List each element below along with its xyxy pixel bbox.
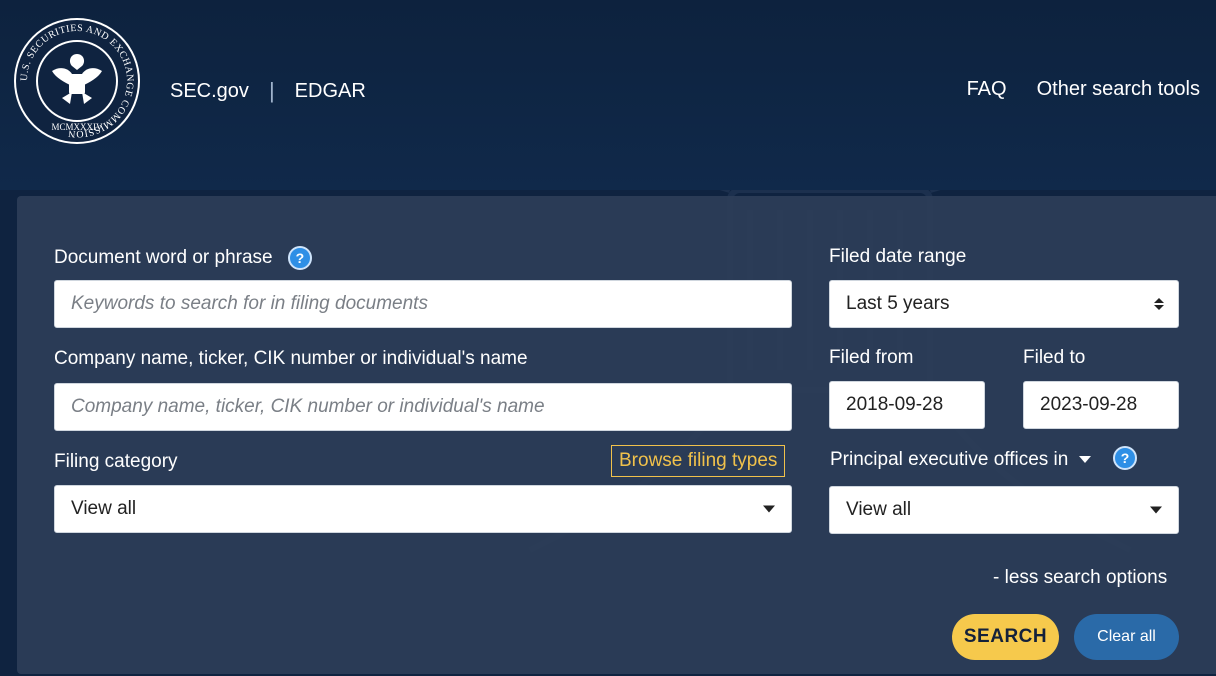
nav-separator: | bbox=[268, 78, 275, 103]
nav-left: SEC.gov | EDGAR bbox=[170, 78, 366, 104]
filing-category-select[interactable]: View all bbox=[54, 485, 792, 533]
filing-category-value: View all bbox=[71, 498, 137, 519]
date-range-label: Filed date range bbox=[829, 246, 967, 267]
document-search-input[interactable] bbox=[54, 280, 792, 328]
filed-from-value: 2018-09-28 bbox=[846, 394, 944, 415]
nav-link-edgar[interactable]: EDGAR bbox=[295, 80, 366, 103]
clear-all-button[interactable]: Clear all bbox=[1074, 614, 1179, 660]
nav-link-other-search-tools[interactable]: Other search tools bbox=[1037, 78, 1200, 101]
filed-to-input[interactable]: 2023-09-28 bbox=[1023, 381, 1179, 429]
company-label: Company name, ticker, CIK number or indi… bbox=[54, 348, 528, 369]
peo-help-icon[interactable]: ? bbox=[1113, 446, 1137, 470]
filed-from-input[interactable]: 2018-09-28 bbox=[829, 381, 985, 429]
peo-value: View all bbox=[846, 499, 912, 520]
peo-select[interactable]: View all bbox=[829, 486, 1179, 534]
browse-filing-types-button[interactable]: Browse filing types bbox=[611, 445, 786, 477]
select-updown-icon bbox=[1154, 298, 1164, 310]
nav-link-faq[interactable]: FAQ bbox=[967, 78, 1007, 101]
peo-label-text: Principal executive offices in bbox=[830, 449, 1069, 470]
nav-link-sec-gov[interactable]: SEC.gov bbox=[170, 80, 249, 103]
filed-from-label: Filed from bbox=[829, 347, 914, 368]
document-label-text: Document word or phrase bbox=[54, 247, 273, 269]
document-label: Document word or phrase ? bbox=[54, 246, 312, 270]
less-search-options-link[interactable]: - less search options bbox=[993, 567, 1167, 589]
date-range-select[interactable]: Last 5 years bbox=[829, 280, 1179, 328]
filing-category-label: Filing category bbox=[54, 451, 178, 472]
search-button[interactable]: SEARCH bbox=[952, 614, 1059, 660]
caret-down-icon bbox=[1078, 456, 1091, 464]
caret-down-icon bbox=[763, 505, 775, 513]
document-help-icon[interactable]: ? bbox=[287, 246, 312, 270]
peo-label[interactable]: Principal executive offices in bbox=[830, 449, 1091, 471]
caret-down-icon bbox=[1150, 506, 1162, 514]
company-search-input[interactable] bbox=[54, 383, 792, 431]
nav-right: FAQ Other search tools bbox=[937, 78, 1200, 101]
filed-to-value: 2023-09-28 bbox=[1040, 394, 1138, 415]
date-range-value: Last 5 years bbox=[846, 293, 950, 314]
sec-seal-logo[interactable]: U.S. SECURITIES AND EXCHANGE COMMISSION … bbox=[12, 16, 142, 146]
filed-to-label: Filed to bbox=[1023, 347, 1086, 368]
seal-year: MCMXXXIV bbox=[51, 122, 103, 132]
